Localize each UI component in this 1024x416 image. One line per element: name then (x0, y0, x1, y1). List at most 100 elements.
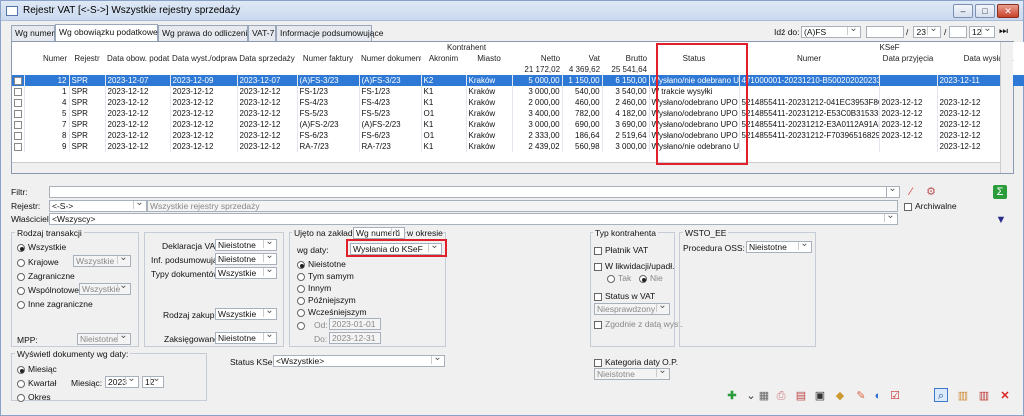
col-data-sprz[interactable]: Data sprzedaży (237, 53, 297, 64)
zaksiegowano-dropdown[interactable]: Nieistotne (215, 332, 277, 344)
zgodnie-box[interactable] (594, 320, 602, 329)
radio-krajowe[interactable]: Krajowe (17, 257, 59, 267)
clear-filter-icon[interactable]: ⁄ (904, 185, 918, 199)
col-akronim[interactable]: Akronim (421, 53, 466, 64)
filter-builder-icon[interactable]: ⚙ (924, 185, 938, 199)
col-data-obow[interactable]: Data obow. podat. (105, 53, 170, 64)
row-checkbox[interactable] (14, 142, 22, 151)
radio-okres[interactable]: Okres (17, 392, 51, 402)
radio-wczesniejszym[interactable]: Wcześniejszym (297, 307, 367, 317)
goto-extra-input[interactable] (949, 26, 967, 38)
archiwalne-checkbox[interactable]: Archiwalne (904, 201, 957, 211)
table-row[interactable]: 7 SPR 2023-12-12 2023-12-12 2023-12-12 (A)FS-… (12, 119, 1024, 130)
expand-filters-icon[interactable]: ▼ (994, 213, 1008, 227)
zakup-dropdown[interactable]: Wszystkie (215, 308, 277, 320)
platnik-box[interactable] (594, 246, 602, 255)
radio-nieistotne-dot[interactable] (297, 260, 305, 269)
status-vat-box[interactable] (594, 292, 602, 301)
krajowe-dropdown[interactable]: Wszystkie (73, 255, 131, 267)
radio-zakres[interactable] (297, 320, 308, 330)
radio-zagraniczne-dot[interactable] (17, 272, 25, 281)
status-vat-checkbox[interactable]: Status w VAT (594, 291, 655, 301)
row-checkbox[interactable] (14, 98, 22, 107)
table-row[interactable]: 12 SPR 2023-12-07 2023-12-09 2023-12-07 (A)FS… (12, 75, 1024, 86)
document-icon[interactable]: ▣ (813, 389, 827, 403)
mpp-dropdown[interactable]: Nieistotne (77, 333, 131, 345)
kategoria-box[interactable] (594, 358, 602, 367)
rejestr-dropdown[interactable]: <-S-> (49, 200, 147, 212)
likwidacja-checkbox[interactable]: W likwidacji/upadł. (594, 261, 674, 271)
sum-icon[interactable]: Σ (993, 185, 1007, 199)
status-vat-dropdown[interactable]: Niesprawdzony (594, 303, 670, 315)
add-menu-icon[interactable]: ⌄ (744, 389, 758, 403)
radio-pozniejszym-dot[interactable] (297, 296, 305, 305)
radio-inne[interactable]: Inne zagraniczne (17, 299, 93, 309)
columns-icon[interactable]: ▥ (977, 389, 991, 403)
col-vat[interactable]: Vat (562, 53, 603, 64)
ujeto-dropdown[interactable]: Wg numeru (353, 227, 405, 239)
col-numer-faktury[interactable]: Numer faktury (297, 53, 359, 64)
radio-inne-dot[interactable] (17, 300, 25, 309)
radio-zagraniczne[interactable]: Zagraniczne (17, 271, 75, 281)
likwidacja-box[interactable] (594, 262, 602, 271)
radio-tak-dot[interactable] (607, 274, 615, 283)
approve-icon[interactable]: ☑ (888, 389, 902, 403)
tab-vat7[interactable]: VAT-7 (248, 25, 276, 41)
add-icon[interactable]: ✚ (725, 389, 739, 403)
goto-number-input[interactable] (866, 26, 904, 38)
col-numer[interactable]: Numer (24, 53, 69, 64)
col-numer-dokumentu[interactable]: Numer dokumentu (359, 53, 421, 64)
tab-informacje[interactable]: Informacje podsumowujące (276, 25, 383, 41)
inf-dropdown[interactable]: Nieistotne (215, 253, 277, 265)
oss-dropdown[interactable]: Nieistotne (746, 241, 812, 253)
close-window-icon[interactable]: ✕ (998, 389, 1012, 403)
delete-icon[interactable]: ▥ (956, 389, 970, 403)
typy-dropdown[interactable]: Wszystkie (215, 267, 277, 279)
table-row[interactable]: 8 SPR 2023-12-12 2023-12-12 2023-12-12 FS-6/2… (12, 130, 1024, 141)
kategoria-checkbox[interactable]: Kategoria daty O.P. (594, 357, 678, 367)
radio-miesiac[interactable]: Miesiąc (17, 364, 57, 374)
col-miasto[interactable]: Miasto (466, 53, 513, 64)
tab-wg-numeru[interactable]: Wg numeru (11, 25, 59, 41)
row-checkbox[interactable] (14, 109, 22, 118)
do-input[interactable]: 2023-12-31 (329, 332, 381, 344)
radio-tym-samym[interactable]: Tym samym (297, 271, 354, 281)
filter-input[interactable] (49, 186, 899, 198)
radio-innym-dot[interactable] (297, 284, 305, 293)
row-checkbox[interactable] (14, 87, 22, 96)
month-dropdown[interactable]: 12 (142, 376, 164, 388)
export-icon[interactable]: ◆ (833, 389, 847, 403)
radio-wspolnotowe[interactable]: Wspólnotowe (17, 285, 79, 295)
wlasciciel-dropdown[interactable]: <Wszyscy> (49, 213, 898, 225)
table-row[interactable]: 4 SPR 2023-12-12 2023-12-12 2023-12-12 FS-4/2… (12, 97, 1024, 108)
goto-next-icon[interactable]: ⏭ (999, 26, 1008, 37)
row-checkbox[interactable] (14, 120, 22, 129)
radio-tym-samym-dot[interactable] (297, 272, 305, 281)
col-netto[interactable]: Netto (512, 53, 563, 64)
archiwalne-box[interactable] (904, 202, 912, 211)
radio-wszystkie-dot[interactable] (17, 243, 25, 252)
print-icon[interactable]: ⎙ (774, 389, 788, 403)
row-checkbox[interactable] (14, 76, 22, 85)
radio-wszystkie[interactable]: Wszystkie (17, 242, 66, 252)
radio-nie[interactable]: Nie (639, 273, 663, 283)
radio-wczesniejszym-dot[interactable] (297, 308, 305, 317)
goto-year-dropdown[interactable]: 12 (969, 26, 995, 38)
goto-month-dropdown[interactable]: 23 (913, 26, 941, 38)
radio-tak[interactable]: Tak (607, 273, 631, 283)
col-ksef-numer[interactable]: Numer (739, 53, 880, 64)
table-row[interactable]: 9 SPR 2023-12-12 2023-12-12 2023-12-12 RA-7/2… (12, 141, 1024, 152)
wspolnotowe-dropdown[interactable]: Wszystkie (79, 283, 131, 295)
grid-vertical-scrollbar[interactable] (1000, 42, 1013, 173)
table-row[interactable]: 1 SPR 2023-12-12 2023-12-12 2023-12-12 FS-1/2… (12, 86, 1024, 97)
year-dropdown[interactable]: 2023 (105, 376, 139, 388)
filter-dropdown[interactable] (886, 186, 900, 198)
radio-miesiac-dot[interactable] (17, 365, 25, 374)
calendar-icon[interactable]: ▦ (757, 389, 771, 403)
tab-wg-obowiazku[interactable]: Wg obowiązku podatkowego (55, 24, 167, 41)
kategoria-dropdown[interactable]: Nieistotne (594, 368, 670, 380)
search-icon[interactable]: ⌕ (934, 388, 948, 402)
maximize-button[interactable]: □ (975, 4, 995, 18)
zgodnie-checkbox[interactable]: Zgodnie z datą wyst. (594, 319, 683, 329)
send-icon[interactable]: ✎ (854, 389, 868, 403)
